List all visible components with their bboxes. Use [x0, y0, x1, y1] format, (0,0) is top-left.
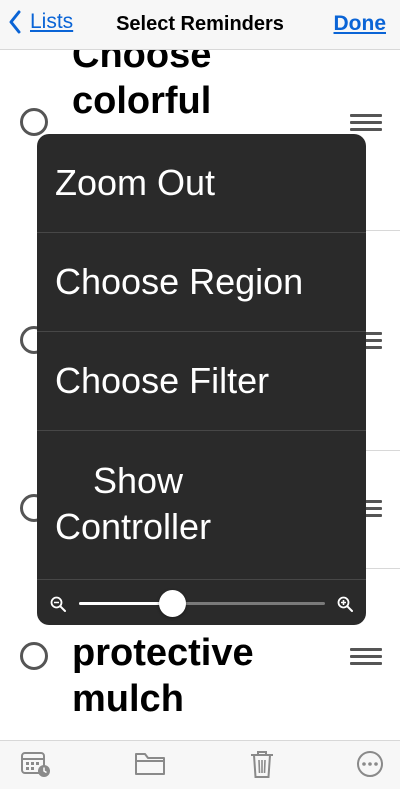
list-item-line: protective	[72, 632, 254, 674]
show-controller-item[interactable]: Show Controller	[37, 431, 366, 580]
zoom-in-icon[interactable]	[337, 596, 353, 612]
menu-item-label: Show	[93, 460, 184, 501]
list-item-line: mulch	[72, 678, 184, 720]
more-icon[interactable]	[354, 749, 386, 779]
list-item-line: colorful	[72, 80, 212, 122]
list-item[interactable]: protective mulch	[72, 630, 332, 722]
menu-item-label: Choose Filter	[55, 360, 270, 401]
calendar-clock-icon[interactable]	[20, 749, 52, 779]
completion-radio[interactable]	[20, 108, 48, 136]
slider-track[interactable]	[79, 602, 325, 605]
choose-filter-item[interactable]: Choose Filter	[37, 332, 366, 431]
zoom-slider[interactable]	[37, 580, 366, 625]
slider-thumb[interactable]	[158, 590, 186, 617]
list-item-line: Choose	[72, 50, 212, 76]
choose-region-item[interactable]: Choose Region	[37, 233, 366, 332]
zoom-out-item[interactable]: Zoom Out	[37, 134, 366, 233]
trash-icon[interactable]	[246, 749, 278, 779]
list-item[interactable]: Choose colorful	[72, 50, 332, 124]
zoom-out-icon[interactable]	[50, 596, 66, 612]
navigation-bar: Lists Select Reminders Done	[0, 0, 400, 50]
completion-radio[interactable]	[20, 642, 48, 670]
menu-item-label: Zoom Out	[55, 162, 216, 203]
reorder-handle-icon[interactable]	[350, 648, 382, 666]
reorder-handle-icon[interactable]	[350, 114, 382, 132]
bottom-toolbar	[0, 740, 400, 789]
folder-icon[interactable]	[134, 749, 166, 779]
menu-item-label: Controller	[55, 506, 212, 547]
zoom-menu: Zoom Out Choose Region Choose Filter Sho…	[37, 134, 366, 625]
menu-item-label: Choose Region	[55, 261, 304, 302]
done-button[interactable]: Done	[334, 12, 387, 36]
